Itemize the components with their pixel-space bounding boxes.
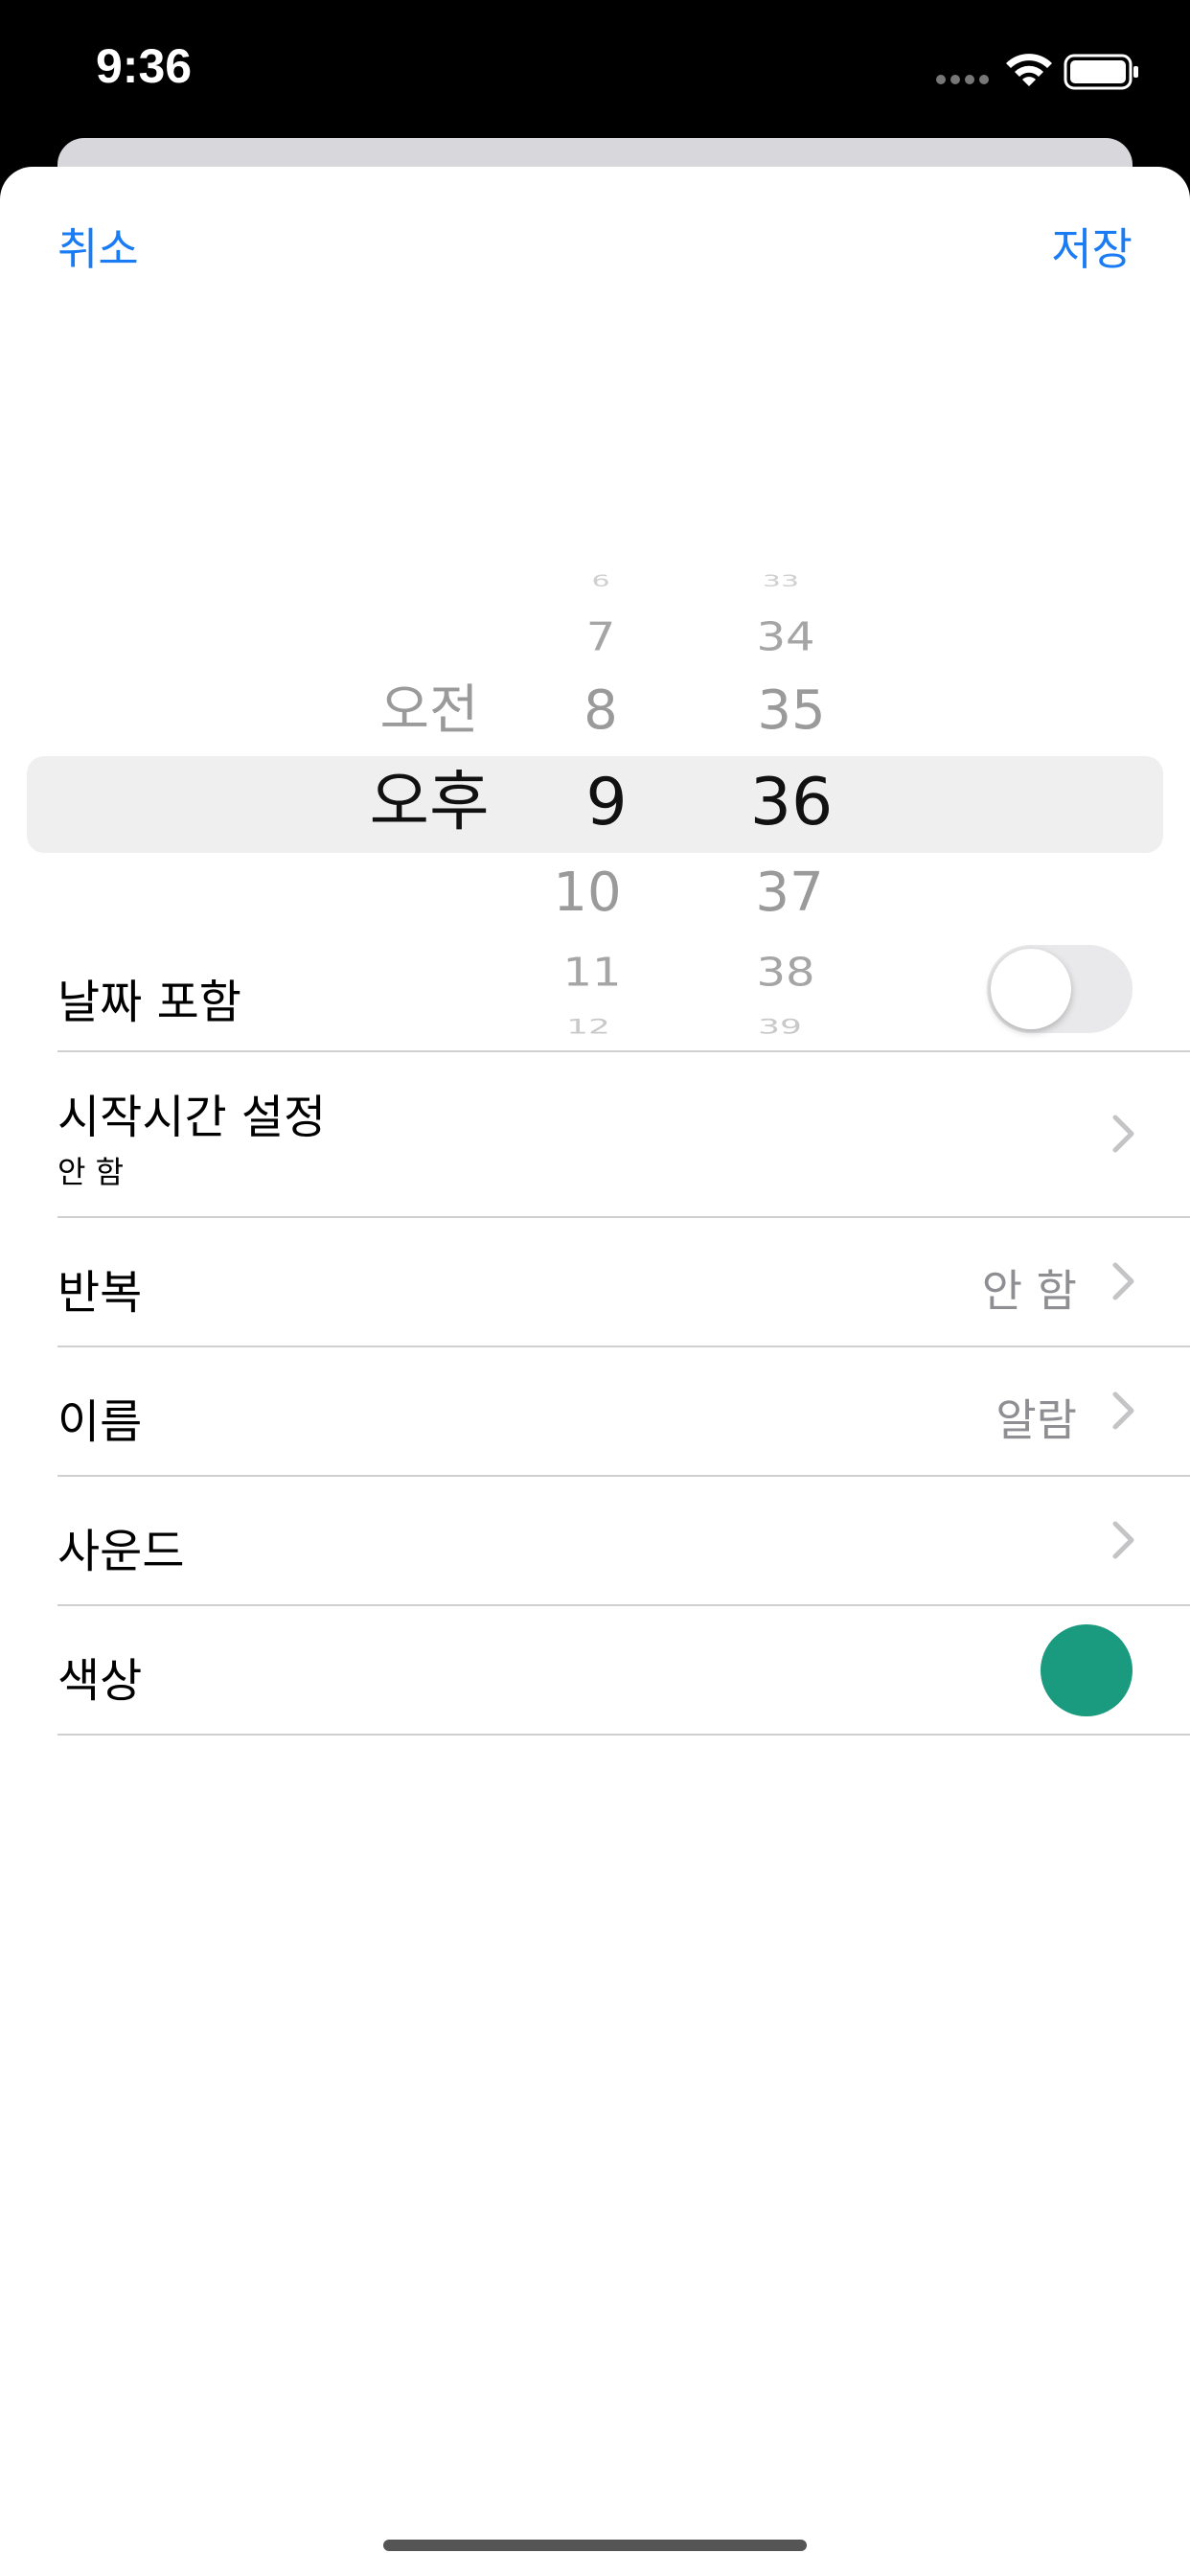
- name-row[interactable]: 이름 알람: [57, 1347, 1190, 1477]
- picker-minute-item[interactable]: 37: [755, 866, 823, 920]
- status-time: 9:36: [96, 39, 193, 93]
- status-bar: 9:36: [0, 0, 1190, 144]
- picker-minute-item[interactable]: 35: [757, 684, 825, 738]
- color-swatch[interactable]: [1041, 1624, 1133, 1716]
- picker-ampm-selected[interactable]: 오후: [369, 770, 489, 836]
- start-time-label: 시작시간 설정: [57, 1091, 327, 1144]
- include-date-toggle[interactable]: [987, 945, 1133, 1033]
- settings-list: 날짜 포함 시작시간 설정 안 함 반복 안 함 이름 알람 사운드 색상: [0, 933, 1190, 1736]
- include-date-label: 날짜 포함: [57, 976, 241, 1029]
- picker-hour-item[interactable]: 7: [586, 618, 616, 657]
- name-label: 이름: [57, 1395, 143, 1449]
- picker-hour-item[interactable]: 8: [584, 684, 618, 738]
- chevron-right-icon: [1112, 1115, 1134, 1153]
- alarm-edit-sheet: 취소 저장 오전 오후 6 7 8 9 10 11 12 33 34 35 36…: [0, 167, 1190, 2576]
- wifi-icon: [1006, 54, 1052, 86]
- chevron-right-icon: [1112, 1392, 1134, 1430]
- start-time-row[interactable]: 시작시간 설정 안 함: [57, 1052, 1190, 1218]
- picker-minute-item[interactable]: 33: [763, 573, 799, 590]
- picker-minute-item[interactable]: 34: [756, 618, 814, 657]
- picker-minute-selected[interactable]: 36: [750, 770, 834, 836]
- picker-hour-selected[interactable]: 9: [585, 770, 627, 836]
- repeat-label: 반복: [57, 1266, 143, 1320]
- toggle-knob: [991, 949, 1071, 1029]
- sound-label: 사운드: [57, 1525, 185, 1578]
- include-date-row: 날짜 포함: [57, 933, 1190, 1052]
- name-value: 알람: [995, 1394, 1077, 1446]
- chevron-right-icon: [1112, 1521, 1134, 1559]
- time-picker[interactable]: 오전 오후 6 7 8 9 10 11 12 33 34 35 36 37 38…: [0, 380, 1190, 1038]
- picker-ampm-item[interactable]: 오전: [379, 684, 478, 738]
- color-row[interactable]: 색상: [57, 1606, 1190, 1736]
- repeat-row[interactable]: 반복 안 함: [57, 1218, 1190, 1347]
- cancel-button[interactable]: 취소: [57, 215, 139, 278]
- color-label: 색상: [57, 1654, 143, 1708]
- save-button[interactable]: 저장: [1051, 215, 1133, 278]
- battery-icon: [1064, 54, 1138, 90]
- sound-row[interactable]: 사운드: [57, 1477, 1190, 1606]
- chevron-right-icon: [1112, 1262, 1134, 1300]
- home-indicator: [383, 2540, 807, 2551]
- start-time-subtitle: 안 함: [57, 1154, 125, 1190]
- picker-hour-item[interactable]: 10: [553, 866, 621, 920]
- picker-hour-item[interactable]: 6: [591, 573, 609, 590]
- cellular-signal-icon: [936, 75, 989, 84]
- repeat-value: 안 함: [981, 1265, 1077, 1317]
